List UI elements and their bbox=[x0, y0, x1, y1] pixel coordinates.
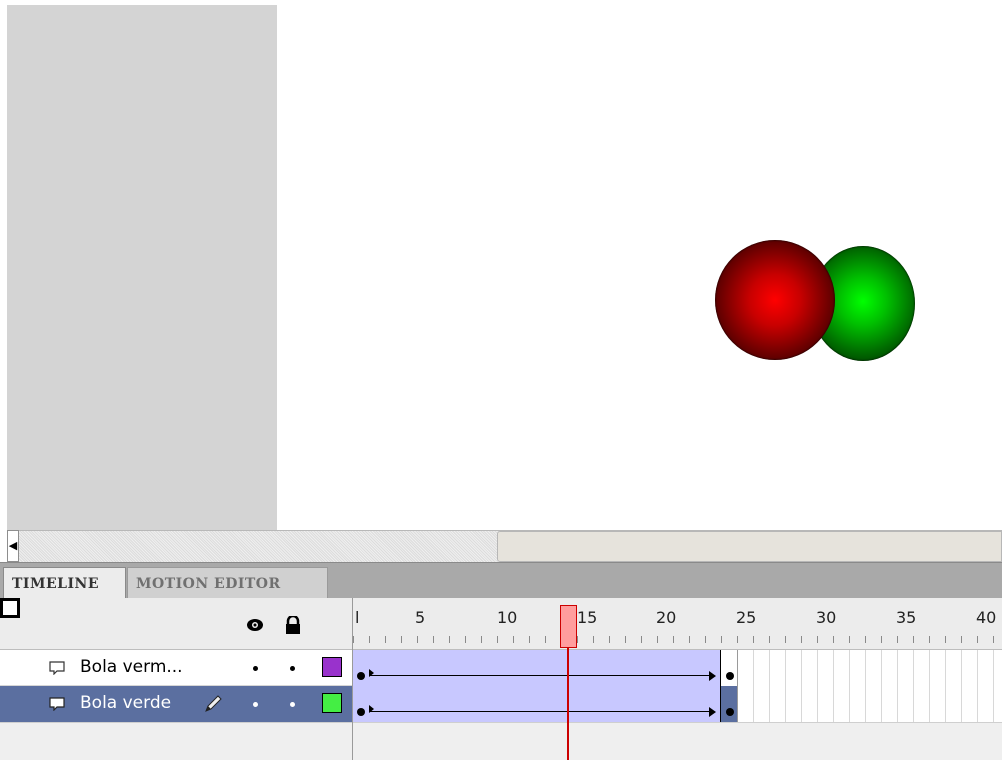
tab-motion-editor[interactable]: MOTION EDITOR bbox=[127, 567, 328, 599]
end-keyframe-cell[interactable] bbox=[721, 650, 738, 686]
keyframe-end[interactable] bbox=[726, 672, 734, 680]
outline-icon[interactable] bbox=[0, 598, 20, 618]
timeline-header: l 5 10 15 20 25 30 35 40 bbox=[0, 598, 1002, 650]
layer-name[interactable]: Bola verm... bbox=[80, 657, 183, 677]
end-keyframe-cell[interactable] bbox=[721, 686, 738, 722]
visibility-toggle[interactable] bbox=[253, 666, 258, 671]
scroll-left-arrow-icon[interactable]: ◀ bbox=[7, 530, 19, 562]
layer-icon bbox=[49, 697, 65, 711]
frame-label-1: l bbox=[355, 608, 360, 627]
layer-name[interactable]: Bola verde bbox=[80, 693, 171, 713]
empty-frame-cells[interactable] bbox=[738, 686, 1002, 722]
pencil-icon bbox=[205, 695, 222, 712]
scroll-thumb[interactable] bbox=[497, 531, 1002, 562]
frame-label-40: 40 bbox=[976, 608, 997, 627]
keyframe-end[interactable] bbox=[726, 708, 734, 716]
timeline-divider bbox=[352, 722, 353, 760]
tween-arrowhead bbox=[709, 671, 716, 681]
stage-canvas[interactable] bbox=[277, 5, 1002, 530]
motion-tween-span[interactable] bbox=[353, 650, 721, 686]
frames-row-bola-verde[interactable] bbox=[352, 686, 1002, 722]
flash-ide-window: ◀ TIMELINE MOTION EDITOR l 5 10 15 20 25… bbox=[0, 0, 1002, 760]
pasteboard bbox=[7, 5, 277, 530]
frame-label-5: 5 bbox=[415, 608, 426, 627]
layer-row-bola-verde[interactable]: Bola verde bbox=[0, 686, 352, 722]
frame-ruler[interactable]: l 5 10 15 20 25 30 35 40 bbox=[352, 598, 1002, 650]
tween-arrow bbox=[369, 711, 713, 712]
tween-arrow bbox=[369, 675, 713, 676]
eye-icon[interactable] bbox=[246, 616, 264, 634]
timeline-empty-area bbox=[0, 722, 1002, 760]
playhead-handle[interactable] bbox=[560, 605, 577, 648]
tween-arrowhead bbox=[709, 707, 716, 717]
keyframe-start[interactable] bbox=[357, 672, 365, 680]
frame-label-20: 20 bbox=[656, 608, 677, 627]
ruler-ticks bbox=[353, 636, 1002, 643]
lock-icon[interactable] bbox=[284, 616, 302, 634]
visibility-toggle[interactable] bbox=[253, 702, 258, 707]
frame-label-35: 35 bbox=[896, 608, 917, 627]
frame-label-10: 10 bbox=[497, 608, 518, 627]
keyframe-start[interactable] bbox=[357, 708, 365, 716]
panel-tabbar: TIMELINE MOTION EDITOR bbox=[0, 562, 1002, 599]
stage-horizontal-scrollbar[interactable]: ◀ bbox=[7, 530, 1002, 562]
playhead-line bbox=[567, 648, 569, 760]
lock-toggle[interactable] bbox=[290, 666, 295, 671]
outline-color-swatch[interactable] bbox=[322, 657, 342, 677]
layer-icon bbox=[49, 661, 65, 675]
motion-tween-span[interactable] bbox=[353, 686, 721, 722]
outline-color-swatch[interactable] bbox=[322, 693, 342, 713]
empty-frame-cells[interactable] bbox=[738, 650, 1002, 686]
lock-toggle[interactable] bbox=[290, 702, 295, 707]
frames-row-bola-vermelha[interactable] bbox=[352, 650, 1002, 686]
tab-timeline[interactable]: TIMELINE bbox=[3, 567, 126, 599]
frame-label-25: 25 bbox=[736, 608, 757, 627]
layer-row-bola-vermelha[interactable]: Bola verm... bbox=[0, 650, 352, 686]
frame-label-15: 15 bbox=[577, 608, 598, 627]
red-ball[interactable] bbox=[715, 240, 835, 360]
frame-label-30: 30 bbox=[816, 608, 837, 627]
